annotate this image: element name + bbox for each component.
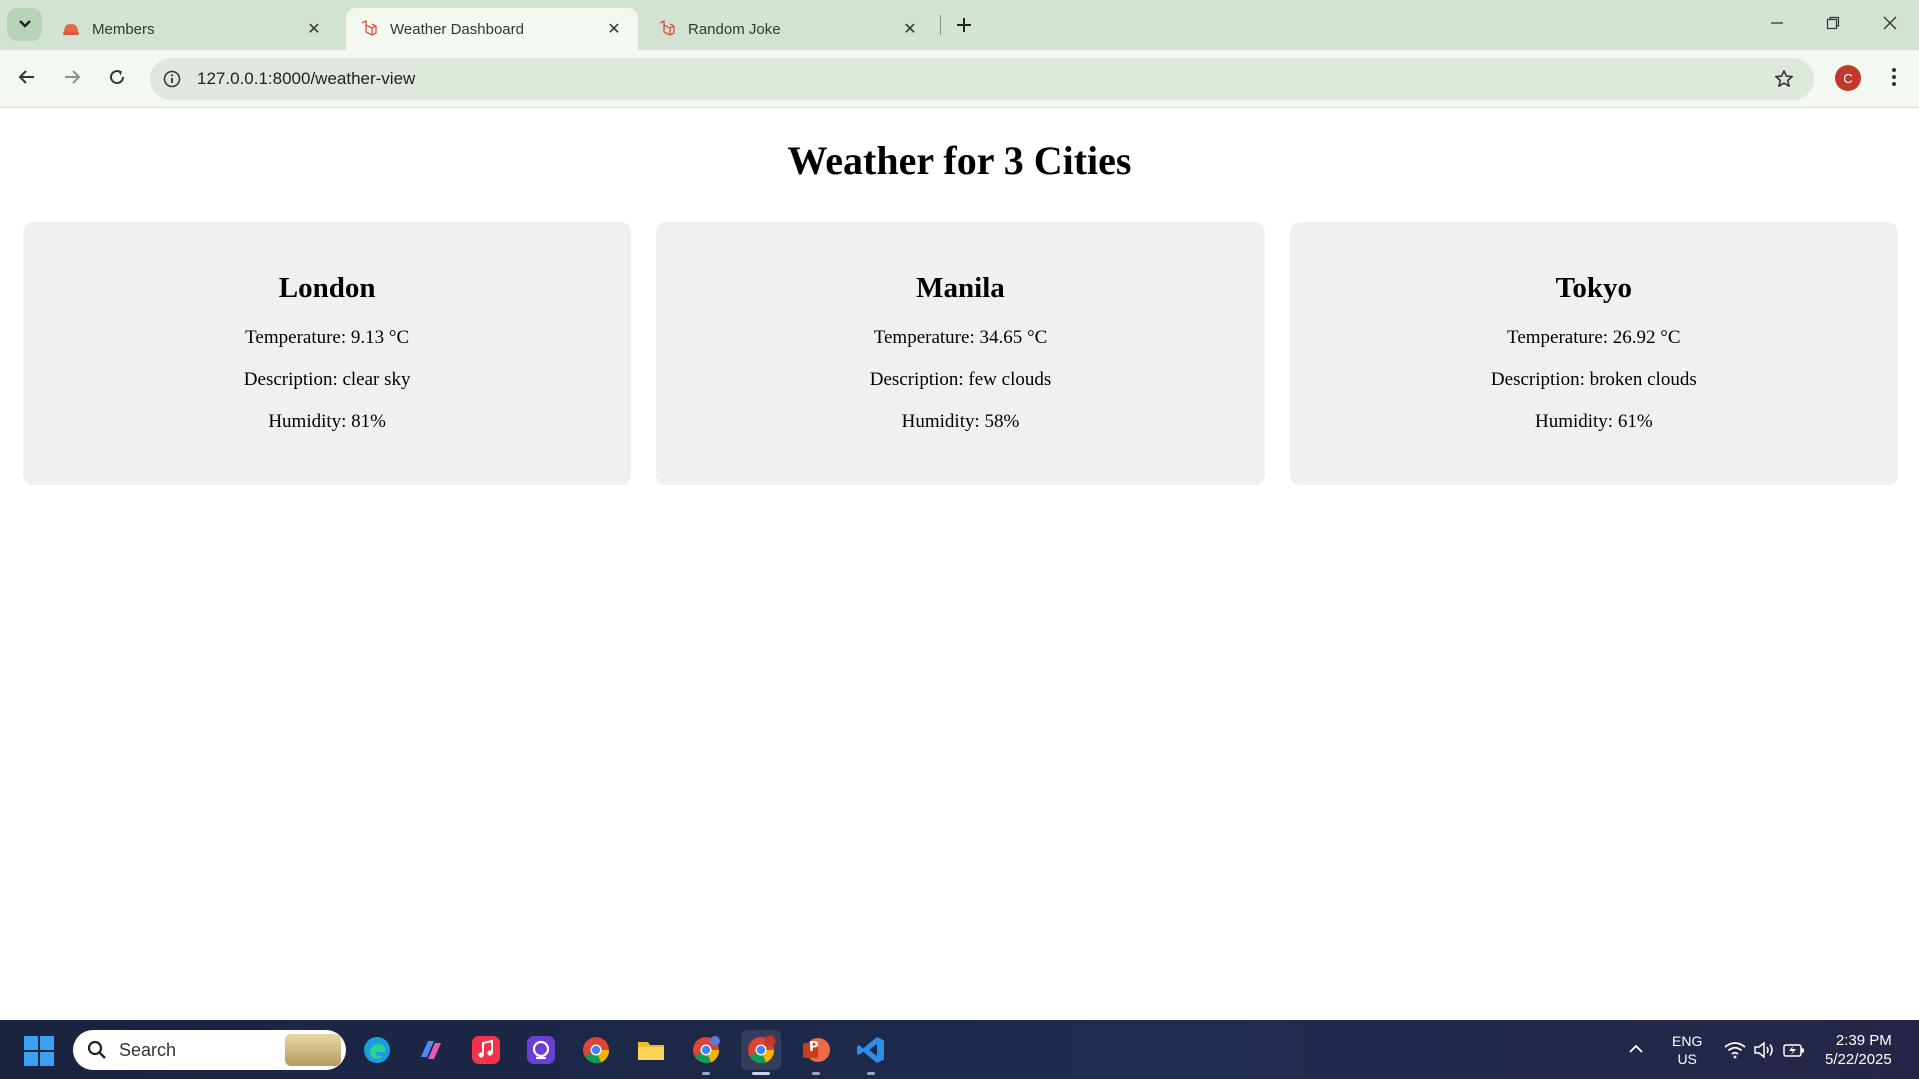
wifi-icon[interactable]: [1724, 1020, 1746, 1079]
chrome-alt-icon[interactable]: [686, 1030, 726, 1075]
description-text: Description: few clouds: [869, 369, 1052, 390]
chrome-icon[interactable]: [576, 1030, 616, 1070]
powerpoint-icon[interactable]: P: [796, 1030, 836, 1075]
clock[interactable]: 2:39 PM 5/22/2025: [1825, 1020, 1892, 1079]
city-name: Tokyo: [1555, 272, 1632, 304]
profile-avatar[interactable]: C: [1835, 65, 1861, 91]
laravel-favicon-icon: [360, 20, 378, 38]
tab-divider: [940, 15, 941, 35]
clock-time: 2:39 PM: [1835, 1031, 1892, 1049]
members-favicon-icon: [62, 20, 80, 38]
reload-button[interactable]: [102, 64, 132, 94]
clock-date: 5/22/2025: [1825, 1050, 1892, 1068]
humidity-text: Humidity: 58%: [901, 411, 1020, 432]
back-button[interactable]: [12, 64, 42, 94]
weather-card-manila: Manila Temperature: 34.65 °C Description…: [656, 222, 1265, 485]
weather-card-london: London Temperature: 9.13 °C Description:…: [23, 222, 632, 485]
tab-members-label: Members: [92, 20, 155, 38]
powerpoint-letter: P: [809, 1040, 819, 1055]
search-highlight-image: [285, 1034, 341, 1066]
humidity-text: Humidity: 81%: [268, 411, 387, 432]
temperature-text: Temperature: 34.65 °C: [873, 327, 1048, 348]
edge-icon[interactable]: [357, 1030, 397, 1070]
browser-toolbar: 127.0.0.1:8000/weather-view C: [0, 50, 1919, 108]
search-label: Search: [119, 1039, 177, 1060]
close-icon[interactable]: ✕: [604, 19, 624, 39]
restore-icon: [1826, 16, 1840, 35]
description-text: Description: broken clouds: [1490, 369, 1697, 390]
file-explorer-icon[interactable]: [631, 1030, 671, 1070]
tab-members[interactable]: Members ✕: [48, 8, 338, 50]
description-text: Description: clear sky: [243, 369, 411, 390]
close-icon: [1883, 16, 1897, 35]
url-text[interactable]: 127.0.0.1:8000/weather-view: [197, 69, 1769, 89]
battery-icon[interactable]: [1783, 1020, 1805, 1079]
chrome-profile-icon[interactable]: [741, 1030, 781, 1075]
humidity-text: Humidity: 61%: [1534, 411, 1653, 432]
kebab-menu-icon: [1891, 67, 1897, 92]
vscode-icon[interactable]: [851, 1030, 891, 1075]
minimize-button[interactable]: [1757, 10, 1797, 40]
app-icon[interactable]: [521, 1030, 561, 1070]
temperature-text: Temperature: 9.13 °C: [245, 327, 410, 348]
temperature-text: Temperature: 26.92 °C: [1507, 327, 1681, 348]
region-code: US: [1677, 1050, 1697, 1067]
minimize-icon: [1770, 16, 1784, 35]
show-hidden-icons-button[interactable]: [1628, 1020, 1644, 1079]
arrow-left-icon: [18, 68, 36, 91]
tab-weather-dashboard-label: Weather Dashboard: [390, 20, 524, 38]
more-menu-button[interactable]: [1880, 64, 1908, 94]
laravel-favicon-icon: [658, 20, 676, 38]
weather-card-tokyo: Tokyo Temperature: 26.92 °C Description:…: [1289, 222, 1898, 485]
reload-icon: [108, 68, 126, 91]
apple-music-icon[interactable]: [466, 1030, 506, 1070]
windows-start-icon[interactable]: [24, 1036, 54, 1066]
browser-tab-bar: Members ✕ Weather Dashboard ✕ Random Jok…: [0, 0, 1919, 50]
taskbar-search-box[interactable]: Search: [73, 1030, 346, 1070]
volume-icon[interactable]: [1753, 1020, 1775, 1079]
city-name: Manila: [916, 272, 1005, 304]
arrow-right-icon: [63, 68, 81, 91]
close-icon[interactable]: ✕: [304, 19, 324, 39]
chevron-down-icon: [18, 16, 32, 34]
address-bar[interactable]: 127.0.0.1:8000/weather-view: [150, 58, 1814, 100]
plus-icon: [956, 12, 972, 40]
weather-cards: London Temperature: 9.13 °C Description:…: [23, 222, 1898, 485]
search-icon: [85, 1038, 109, 1062]
site-info-icon[interactable]: [161, 68, 183, 90]
language-code: ENG: [1672, 1032, 1703, 1049]
close-window-button[interactable]: [1870, 10, 1910, 40]
close-icon[interactable]: ✕: [900, 19, 920, 39]
tab-random-joke-label: Random Joke: [688, 20, 781, 38]
chevron-up-icon: [1628, 1041, 1644, 1059]
new-tab-button[interactable]: [950, 12, 978, 40]
restore-button[interactable]: [1813, 10, 1853, 40]
tab-search-button[interactable]: [7, 8, 42, 41]
language-indicator[interactable]: ENG US: [1672, 1020, 1702, 1079]
web-page: Weather for 3 Cities London Temperature:…: [0, 109, 1919, 1020]
tab-random-joke[interactable]: Random Joke ✕: [644, 8, 934, 50]
page-title: Weather for 3 Cities: [787, 138, 1132, 183]
city-name: London: [278, 272, 376, 304]
copilot-icon[interactable]: [411, 1030, 451, 1070]
windows-taskbar: Search P ENG US 2:39 PM 5/22/2025: [0, 1020, 1919, 1079]
forward-button[interactable]: [57, 64, 87, 94]
bookmark-star-icon[interactable]: [1769, 64, 1799, 94]
tab-weather-dashboard[interactable]: Weather Dashboard ✕: [346, 8, 638, 50]
